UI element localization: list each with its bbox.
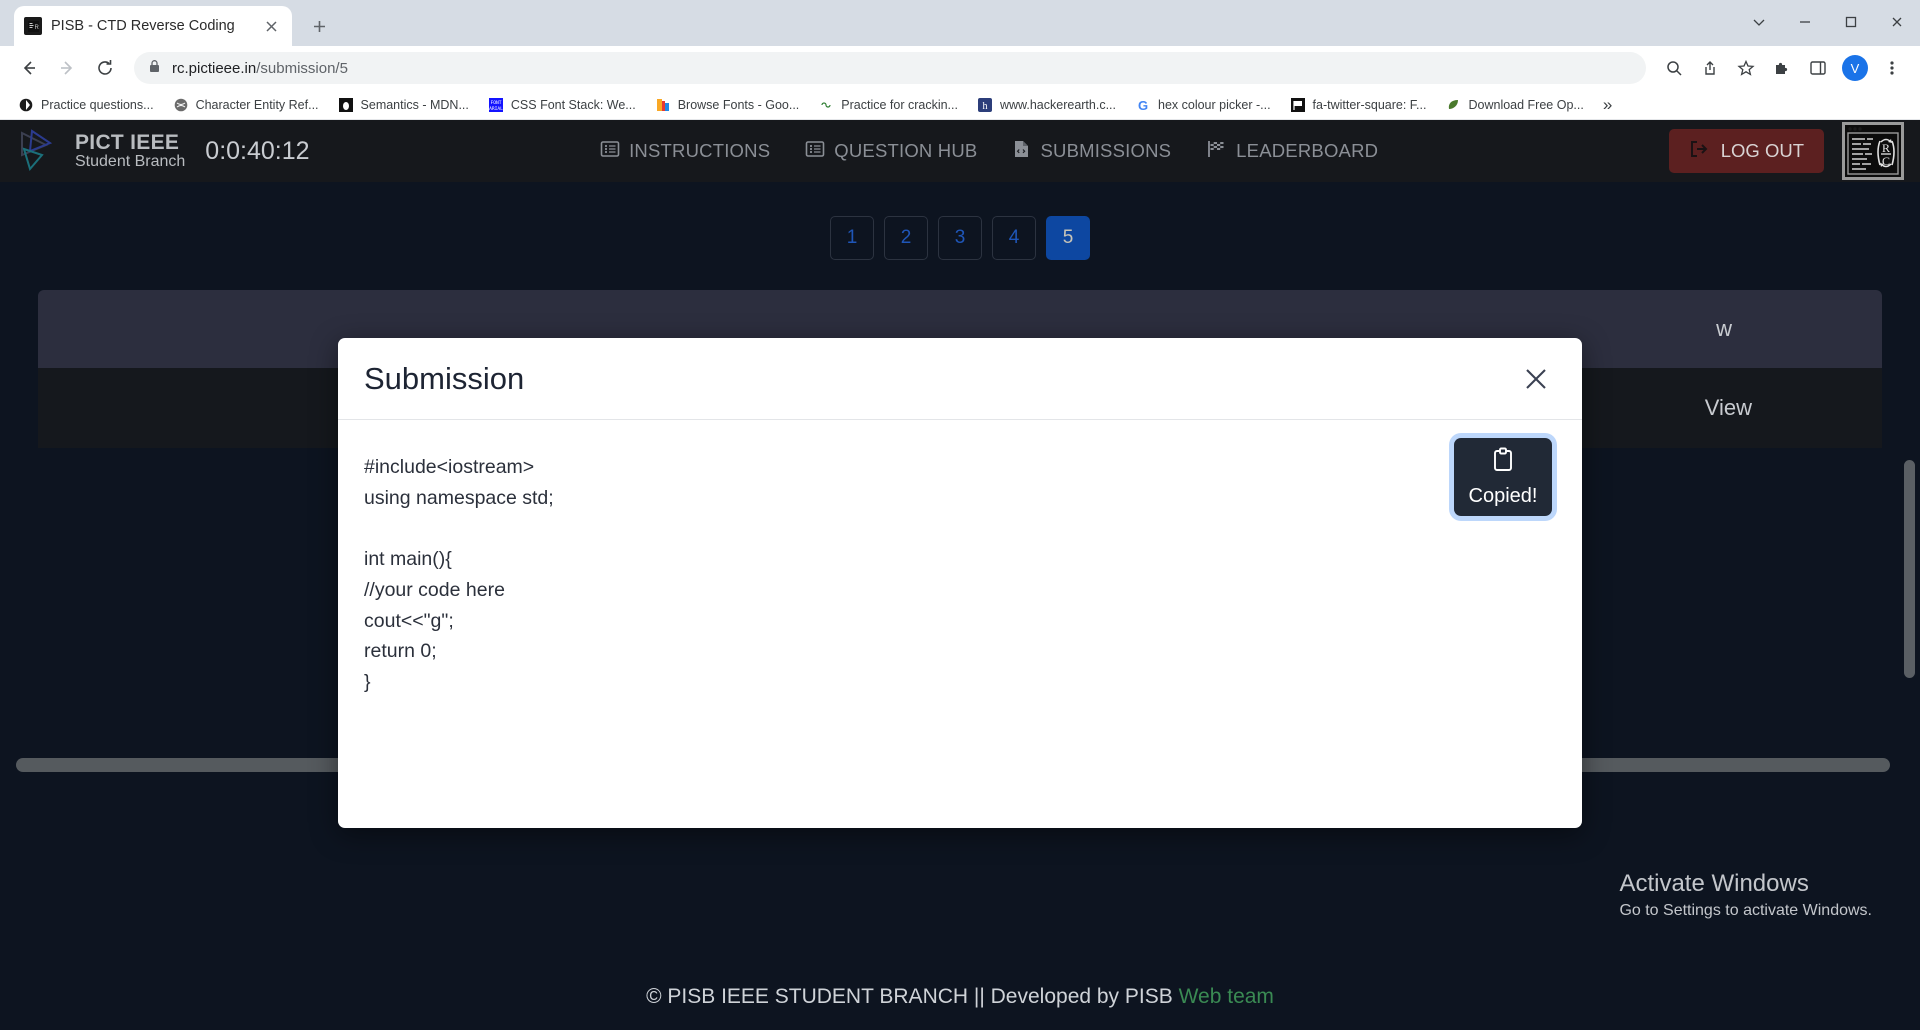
modal-title: Submission bbox=[364, 360, 525, 396]
copy-button-label: Copied! bbox=[1468, 484, 1538, 507]
bookmark-item[interactable]: Download Free Op... bbox=[1437, 94, 1591, 116]
url-text: rc.pictieee.in/submission/5 bbox=[172, 59, 348, 77]
zoom-search-icon[interactable] bbox=[1658, 52, 1690, 84]
footer-main: © PISB IEEE STUDENT BRANCH || Developed … bbox=[646, 985, 1179, 1008]
cssfontstack-icon: FONT ARIAL bbox=[488, 97, 504, 113]
footer-text: © PISB IEEE STUDENT BRANCH || Developed … bbox=[646, 985, 1274, 1009]
leaf-icon bbox=[1445, 97, 1461, 113]
page-content: PICT IEEE Student Branch 0:0:40:12 INSTR… bbox=[0, 120, 1920, 1030]
google-fonts-icon bbox=[655, 97, 671, 113]
puzzle-icon[interactable] bbox=[1766, 52, 1798, 84]
rc-favicon: R bbox=[24, 17, 42, 35]
watermark-title: Activate Windows bbox=[1619, 870, 1809, 897]
star-icon[interactable] bbox=[1730, 52, 1762, 84]
side-panel-icon[interactable] bbox=[1802, 52, 1834, 84]
globe-icon bbox=[173, 97, 189, 113]
modal-body: #include<iostream> using namespace std; … bbox=[338, 420, 1582, 828]
submission-code: #include<iostream> using namespace std; … bbox=[364, 456, 554, 693]
bookmarks-bar: Practice questions... Character Entity R… bbox=[0, 90, 1920, 120]
infinity-icon bbox=[818, 97, 834, 113]
bookmark-item[interactable]: Semantics - MDN... bbox=[330, 94, 477, 116]
new-tab-button[interactable] bbox=[302, 9, 336, 43]
chevron-down-icon[interactable] bbox=[1736, 0, 1782, 44]
svg-text:G: G bbox=[1138, 98, 1148, 112]
minimize-icon[interactable] bbox=[1782, 0, 1828, 44]
watermark-subtitle: Go to Settings to activate Windows. bbox=[1619, 902, 1872, 919]
mdn-icon bbox=[338, 97, 354, 113]
tab-title: PISB - CTD Reverse Coding bbox=[51, 18, 235, 34]
browser-window: R PISB - CTD Reverse Coding rc.pictieee.… bbox=[0, 0, 1920, 1030]
modal-header: Submission bbox=[338, 338, 1582, 420]
bookmark-item[interactable]: fa-twitter-square: F... bbox=[1282, 94, 1435, 116]
close-icon[interactable] bbox=[1516, 359, 1556, 399]
avatar[interactable]: V bbox=[1842, 55, 1868, 81]
three-dot-menu-icon[interactable] bbox=[1876, 52, 1908, 84]
reload-icon[interactable] bbox=[88, 51, 122, 85]
svg-text:R: R bbox=[34, 25, 39, 31]
svg-text:h: h bbox=[982, 101, 987, 112]
bookmark-item[interactable]: Practice questions... bbox=[10, 94, 162, 116]
window-controls bbox=[1736, 0, 1920, 44]
bookmarks-overflow-button[interactable]: » bbox=[1595, 95, 1620, 115]
bookmark-item[interactable]: FONT ARIAL CSS Font Stack: We... bbox=[480, 94, 644, 116]
svg-text:FONT: FONT bbox=[490, 100, 501, 106]
share-icon[interactable] bbox=[1694, 52, 1726, 84]
close-icon[interactable] bbox=[260, 15, 282, 37]
dark-circle-icon bbox=[18, 97, 34, 113]
maximize-icon[interactable] bbox=[1828, 0, 1874, 44]
bookmark-item[interactable]: Character Entity Ref... bbox=[165, 94, 327, 116]
tab-strip: R PISB - CTD Reverse Coding bbox=[0, 0, 1920, 46]
bookmark-item[interactable]: h www.hackerearth.c... bbox=[969, 94, 1124, 116]
bookmark-item[interactable]: Ghex colour picker -... bbox=[1127, 94, 1279, 116]
copy-code-button[interactable]: Copied! bbox=[1454, 438, 1552, 516]
windows-activation-watermark: Activate Windows Go to Settings to activ… bbox=[1619, 870, 1872, 920]
bookmark-item[interactable]: Practice for crackin... bbox=[810, 94, 966, 116]
flag-icon bbox=[1290, 97, 1306, 113]
back-arrow-icon[interactable] bbox=[12, 51, 46, 85]
footer-accent: Web team bbox=[1178, 985, 1274, 1008]
bookmark-item[interactable]: Browse Fonts - Goo... bbox=[647, 94, 808, 116]
lock-icon bbox=[148, 59, 161, 78]
browser-tab[interactable]: R PISB - CTD Reverse Coding bbox=[14, 6, 292, 46]
submission-modal: Submission #include<iostream> using name… bbox=[338, 338, 1582, 828]
site-footer: © PISB IEEE STUDENT BRANCH || Developed … bbox=[0, 964, 1920, 1030]
window-close-icon[interactable] bbox=[1874, 0, 1920, 44]
google-icon: G bbox=[1135, 97, 1151, 113]
svg-text:ARIAL: ARIAL bbox=[489, 106, 503, 112]
hackerearth-icon: h bbox=[977, 97, 993, 113]
browser-toolbar: rc.pictieee.in/submission/5 V bbox=[0, 46, 1920, 90]
address-bar[interactable]: rc.pictieee.in/submission/5 bbox=[134, 52, 1646, 84]
forward-arrow-icon[interactable] bbox=[50, 51, 84, 85]
clipboard-icon bbox=[1491, 447, 1515, 479]
